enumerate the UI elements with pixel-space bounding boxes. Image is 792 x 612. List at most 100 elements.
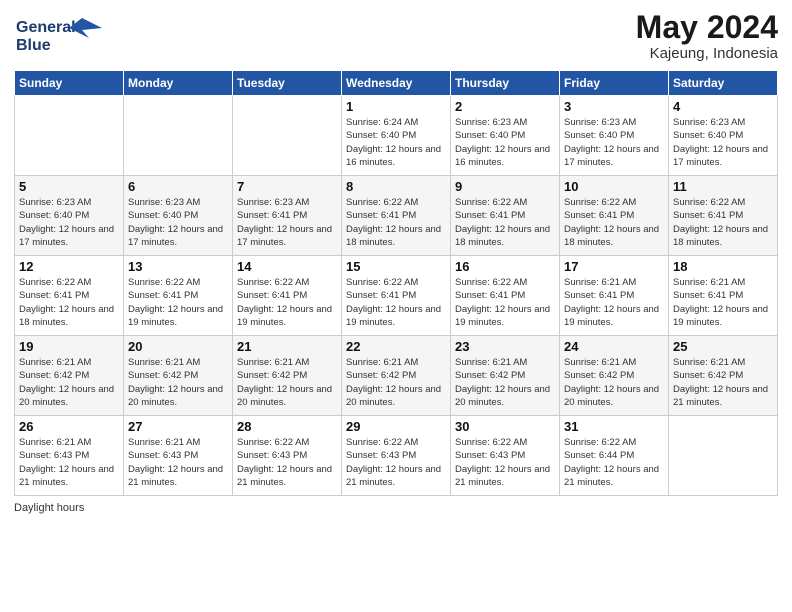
day-info: Sunrise: 6:22 AM Sunset: 6:41 PM Dayligh… <box>237 276 337 329</box>
day-info: Sunrise: 6:21 AM Sunset: 6:41 PM Dayligh… <box>673 276 773 329</box>
logo: General Blue <box>14 10 104 61</box>
day-info: Sunrise: 6:23 AM Sunset: 6:40 PM Dayligh… <box>128 196 228 249</box>
day-info: Sunrise: 6:22 AM Sunset: 6:41 PM Dayligh… <box>128 276 228 329</box>
day-info: Sunrise: 6:21 AM Sunset: 6:43 PM Dayligh… <box>128 436 228 489</box>
day-number: 30 <box>455 419 555 434</box>
day-info: Sunrise: 6:21 AM Sunset: 6:42 PM Dayligh… <box>237 356 337 409</box>
calendar-cell: 12Sunrise: 6:22 AM Sunset: 6:41 PM Dayli… <box>15 256 124 336</box>
calendar-cell: 9Sunrise: 6:22 AM Sunset: 6:41 PM Daylig… <box>451 176 560 256</box>
day-number: 19 <box>19 339 119 354</box>
week-row-4: 19 Sunrise: 6:21 AM Sunset: 6:42 PM Dayli… <box>15 336 778 416</box>
calendar-cell: 19 Sunrise: 6:21 AM Sunset: 6:42 PM Dayli… <box>15 336 124 416</box>
location: Kajeung, Indonesia <box>636 45 778 62</box>
day-info: Sunrise: 6:22 AM Sunset: 6:41 PM Dayligh… <box>19 276 119 329</box>
day-info: Sunrise: 6:22 AM Sunset: 6:43 PM Dayligh… <box>237 436 337 489</box>
day-info: Sunrise: 6:21 AM Sunset: 6:42 PM Dayligh… <box>455 356 555 409</box>
day-header-friday: Friday <box>560 71 669 96</box>
day-number: 2 <box>455 99 555 114</box>
day-info: Sunrise: 6:22 AM Sunset: 6:43 PM Dayligh… <box>346 436 446 489</box>
week-row-5: 26Sunrise: 6:21 AM Sunset: 6:43 PM Dayli… <box>15 416 778 496</box>
calendar-cell <box>15 96 124 176</box>
day-info: Sunrise: 6:22 AM Sunset: 6:41 PM Dayligh… <box>346 196 446 249</box>
calendar-cell: 11Sunrise: 6:22 AM Sunset: 6:41 PM Dayli… <box>669 176 778 256</box>
day-number: 23 <box>455 339 555 354</box>
day-info: Sunrise: 6:23 AM Sunset: 6:40 PM Dayligh… <box>673 116 773 169</box>
day-number: 31 <box>564 419 664 434</box>
calendar-cell: 4 Sunrise: 6:23 AM Sunset: 6:40 PM Daylig… <box>669 96 778 176</box>
title-block: May 2024 Kajeung, Indonesia <box>636 10 778 62</box>
day-number: 3 <box>564 99 664 114</box>
calendar-cell: 15 Sunrise: 6:22 AM Sunset: 6:41 PM Dayli… <box>342 256 451 336</box>
calendar-cell: 24Sunrise: 6:21 AM Sunset: 6:42 PM Dayli… <box>560 336 669 416</box>
day-header-saturday: Saturday <box>669 71 778 96</box>
day-number: 15 <box>346 259 446 274</box>
day-number: 9 <box>455 179 555 194</box>
day-number: 4 <box>673 99 773 114</box>
calendar-cell: 18 Sunrise: 6:21 AM Sunset: 6:41 PM Dayli… <box>669 256 778 336</box>
day-number: 6 <box>128 179 228 194</box>
day-number: 1 <box>346 99 446 114</box>
calendar-cell: 8 Sunrise: 6:22 AM Sunset: 6:41 PM Daylig… <box>342 176 451 256</box>
calendar-page: General Blue May 2024 Kajeung, Indonesia… <box>0 0 792 612</box>
calendar-cell: 2 Sunrise: 6:23 AM Sunset: 6:40 PM Daylig… <box>451 96 560 176</box>
calendar-cell: 25Sunrise: 6:21 AM Sunset: 6:42 PM Dayli… <box>669 336 778 416</box>
day-number: 17 <box>564 259 664 274</box>
day-header-wednesday: Wednesday <box>342 71 451 96</box>
day-header-thursday: Thursday <box>451 71 560 96</box>
day-number: 29 <box>346 419 446 434</box>
header: General Blue May 2024 Kajeung, Indonesia <box>14 10 778 62</box>
day-number: 8 <box>346 179 446 194</box>
day-info: Sunrise: 6:22 AM Sunset: 6:44 PM Dayligh… <box>564 436 664 489</box>
svg-text:Blue: Blue <box>16 37 51 54</box>
day-info: Sunrise: 6:21 AM Sunset: 6:42 PM Dayligh… <box>128 356 228 409</box>
day-number: 28 <box>237 419 337 434</box>
calendar-cell: 22Sunrise: 6:21 AM Sunset: 6:42 PM Dayli… <box>342 336 451 416</box>
day-number: 14 <box>237 259 337 274</box>
calendar-cell: 14 Sunrise: 6:22 AM Sunset: 6:41 PM Dayli… <box>233 256 342 336</box>
calendar-cell: 23 Sunrise: 6:21 AM Sunset: 6:42 PM Dayli… <box>451 336 560 416</box>
day-header-monday: Monday <box>124 71 233 96</box>
calendar-cell: 16Sunrise: 6:22 AM Sunset: 6:41 PM Dayli… <box>451 256 560 336</box>
month-title: May 2024 <box>636 10 778 45</box>
calendar-cell: 3Sunrise: 6:23 AM Sunset: 6:40 PM Daylig… <box>560 96 669 176</box>
calendar-cell: 1 Sunrise: 6:24 AM Sunset: 6:40 PM Daylig… <box>342 96 451 176</box>
footer: Daylight hours <box>14 502 778 514</box>
day-info: Sunrise: 6:23 AM Sunset: 6:41 PM Dayligh… <box>237 196 337 249</box>
day-info: Sunrise: 6:21 AM Sunset: 6:42 PM Dayligh… <box>346 356 446 409</box>
day-number: 27 <box>128 419 228 434</box>
day-info: Sunrise: 6:21 AM Sunset: 6:42 PM Dayligh… <box>19 356 119 409</box>
day-info: Sunrise: 6:21 AM Sunset: 6:43 PM Dayligh… <box>19 436 119 489</box>
day-header-sunday: Sunday <box>15 71 124 96</box>
calendar-cell: 5 Sunrise: 6:23 AM Sunset: 6:40 PM Daylig… <box>15 176 124 256</box>
calendar-cell: 20 Sunrise: 6:21 AM Sunset: 6:42 PM Dayli… <box>124 336 233 416</box>
day-info: Sunrise: 6:21 AM Sunset: 6:41 PM Dayligh… <box>564 276 664 329</box>
week-row-3: 12Sunrise: 6:22 AM Sunset: 6:41 PM Dayli… <box>15 256 778 336</box>
logo-text: General Blue <box>14 10 104 61</box>
calendar-cell <box>124 96 233 176</box>
calendar-cell: 27 Sunrise: 6:21 AM Sunset: 6:43 PM Dayli… <box>124 416 233 496</box>
day-info: Sunrise: 6:21 AM Sunset: 6:42 PM Dayligh… <box>564 356 664 409</box>
day-number: 20 <box>128 339 228 354</box>
day-info: Sunrise: 6:24 AM Sunset: 6:40 PM Dayligh… <box>346 116 446 169</box>
day-number: 13 <box>128 259 228 274</box>
day-info: Sunrise: 6:22 AM Sunset: 6:41 PM Dayligh… <box>346 276 446 329</box>
day-info: Sunrise: 6:23 AM Sunset: 6:40 PM Dayligh… <box>455 116 555 169</box>
day-info: Sunrise: 6:22 AM Sunset: 6:41 PM Dayligh… <box>564 196 664 249</box>
day-number: 25 <box>673 339 773 354</box>
day-number: 21 <box>237 339 337 354</box>
day-number: 16 <box>455 259 555 274</box>
svg-text:General: General <box>16 19 76 36</box>
calendar-cell: 21 Sunrise: 6:21 AM Sunset: 6:42 PM Dayli… <box>233 336 342 416</box>
calendar-cell: 6 Sunrise: 6:23 AM Sunset: 6:40 PM Daylig… <box>124 176 233 256</box>
calendar-cell <box>233 96 342 176</box>
day-info: Sunrise: 6:22 AM Sunset: 6:41 PM Dayligh… <box>673 196 773 249</box>
calendar-cell: 26Sunrise: 6:21 AM Sunset: 6:43 PM Dayli… <box>15 416 124 496</box>
calendar-cell: 31 Sunrise: 6:22 AM Sunset: 6:44 PM Dayli… <box>560 416 669 496</box>
daylight-label: Daylight hours <box>14 502 84 514</box>
day-number: 18 <box>673 259 773 274</box>
calendar-cell: 30Sunrise: 6:22 AM Sunset: 6:43 PM Dayli… <box>451 416 560 496</box>
day-number: 5 <box>19 179 119 194</box>
header-row: SundayMondayTuesdayWednesdayThursdayFrid… <box>15 71 778 96</box>
calendar-cell <box>669 416 778 496</box>
day-info: Sunrise: 6:23 AM Sunset: 6:40 PM Dayligh… <box>19 196 119 249</box>
